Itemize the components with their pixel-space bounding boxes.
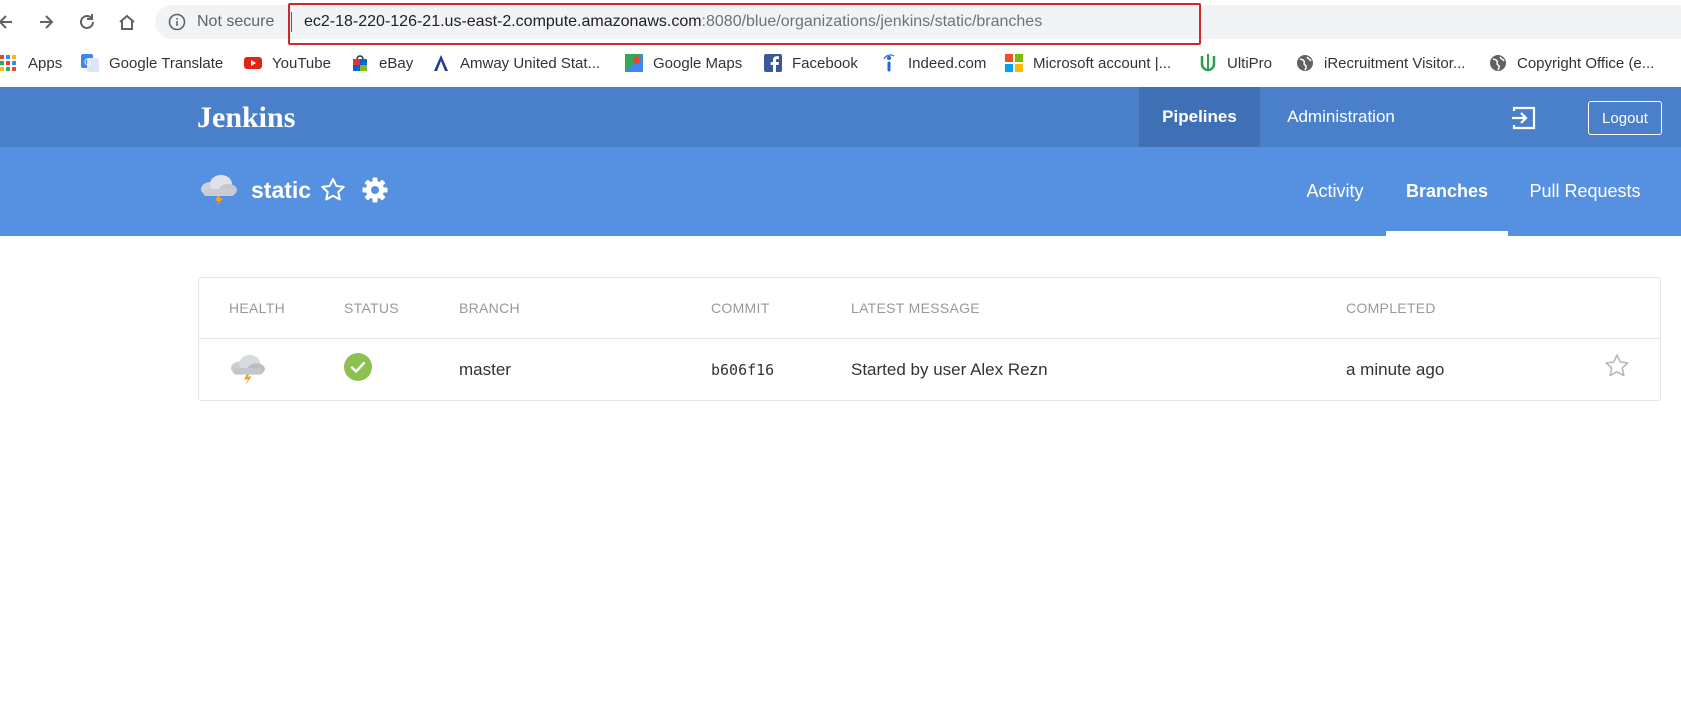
bookmark-label: eBay	[379, 54, 414, 72]
bookmark-irecruitment[interactable]: iRecruitment Visitor...	[1296, 48, 1465, 78]
column-header-completed: COMPLETED	[1346, 300, 1436, 316]
bookmark-google-translate[interactable]: G Google Translate	[81, 48, 223, 78]
youtube-icon	[244, 57, 262, 69]
bookmark-amway[interactable]: Amway United Stat...	[432, 48, 600, 78]
google-translate-icon: G	[81, 54, 99, 72]
table-header: HEALTH STATUS BRANCH COMMIT LATEST MESSA…	[199, 278, 1660, 339]
apps-grid-icon	[0, 55, 16, 71]
tab-pull-requests[interactable]: Pull Requests	[1518, 147, 1652, 236]
security-label[interactable]: Not secure	[197, 13, 274, 31]
bookmark-label: UltiPro	[1227, 54, 1273, 72]
bookmark-indeed[interactable]: Indeed.com	[880, 48, 986, 78]
facebook-icon	[764, 54, 782, 72]
bookmarks-bar: Apps G Google Translate YouTube eBay Amw…	[0, 48, 1681, 78]
table-row[interactable]: master b606f16 Started by user Alex Rezn…	[199, 339, 1660, 401]
bookmark-google-maps[interactable]: Google Maps	[625, 48, 742, 78]
home-icon[interactable]	[115, 10, 139, 34]
nav-administration[interactable]: Administration	[1260, 87, 1422, 147]
globe-icon	[1297, 55, 1313, 71]
forward-arrow-icon[interactable]	[34, 10, 58, 34]
jenkins-header: Jenkins Pipelines Administration Logout	[0, 87, 1681, 147]
bookmark-youtube[interactable]: YouTube	[244, 48, 331, 78]
column-header-status: STATUS	[344, 300, 399, 316]
cloudy-storm-icon	[231, 354, 265, 385]
favorite-star-icon[interactable]	[320, 177, 346, 203]
logout-button[interactable]: Logout	[1588, 101, 1662, 135]
indeed-icon	[883, 54, 895, 72]
bookmark-label: Copyright Office (e...	[1517, 54, 1655, 72]
jenkins-logo[interactable]: Jenkins	[197, 101, 295, 135]
bookmark-label: YouTube	[272, 54, 331, 72]
exit-classic-icon[interactable]	[1510, 104, 1538, 132]
branch-name[interactable]: master	[459, 360, 511, 380]
reload-icon[interactable]	[75, 10, 99, 34]
bookmark-ultipro[interactable]: UltiPro	[1199, 48, 1272, 78]
latest-message: Started by user Alex Rezn	[851, 360, 1048, 379]
back-arrow-icon[interactable]	[0, 10, 18, 34]
microsoft-icon	[1005, 54, 1023, 72]
bookmark-facebook[interactable]: Facebook	[764, 48, 858, 78]
favorite-star-icon[interactable]	[1604, 353, 1630, 379]
column-header-branch: BRANCH	[459, 300, 520, 316]
google-maps-icon	[625, 54, 643, 72]
bookmark-label: Google Maps	[653, 54, 743, 72]
settings-gear-icon[interactable]	[361, 176, 389, 204]
column-header-commit: COMMIT	[711, 300, 770, 316]
ultipro-icon	[1200, 54, 1216, 72]
bookmark-label: Amway United Stat...	[460, 54, 601, 72]
pipeline-header: static Activity Branches Pull Requests	[0, 147, 1681, 236]
pipeline-name: static	[251, 177, 312, 203]
tab-activity[interactable]: Activity	[1285, 147, 1385, 236]
svg-text:G: G	[84, 58, 91, 68]
bookmark-label: Apps	[28, 54, 63, 72]
bookmark-microsoft[interactable]: Microsoft account |...	[1005, 48, 1171, 78]
bookmark-apps[interactable]: Apps	[0, 48, 62, 78]
tab-branches[interactable]: Branches	[1386, 147, 1508, 236]
globe-icon	[1490, 55, 1506, 71]
url-text[interactable]: ec2-18-220-126-21.us-east-2.compute.amaz…	[304, 13, 1042, 31]
bookmark-label: iRecruitment Visitor...	[1324, 54, 1466, 72]
url-path: :8080/blue/organizations/jenkins/static/…	[701, 13, 1043, 30]
bookmark-ebay[interactable]: eBay	[351, 48, 413, 78]
commit-hash[interactable]: b606f16	[711, 361, 774, 379]
nav-pipelines[interactable]: Pipelines	[1139, 87, 1260, 147]
bookmark-label: Facebook	[792, 54, 858, 72]
completed-time: a minute ago	[1346, 360, 1445, 379]
column-header-latest-message: LATEST MESSAGE	[851, 300, 980, 316]
bookmark-label: Indeed.com	[908, 54, 987, 72]
cloudy-storm-icon	[201, 175, 237, 207]
column-header-health: HEALTH	[229, 300, 285, 316]
info-icon[interactable]	[168, 13, 186, 31]
bookmark-label: Google Translate	[109, 54, 224, 72]
amway-icon	[434, 55, 448, 71]
ebay-icon	[353, 55, 367, 71]
url-host: ec2-18-220-126-21.us-east-2.compute.amaz…	[304, 13, 702, 30]
browser-toolbar: Not secure ec2-18-220-126-21.us-east-2.c…	[0, 0, 1681, 45]
success-check-icon	[344, 353, 372, 381]
bookmark-copyright-office[interactable]: Copyright Office (e...	[1489, 48, 1654, 78]
bookmark-label: Microsoft account |...	[1033, 54, 1172, 72]
branches-table: HEALTH STATUS BRANCH COMMIT LATEST MESSA…	[198, 277, 1661, 401]
